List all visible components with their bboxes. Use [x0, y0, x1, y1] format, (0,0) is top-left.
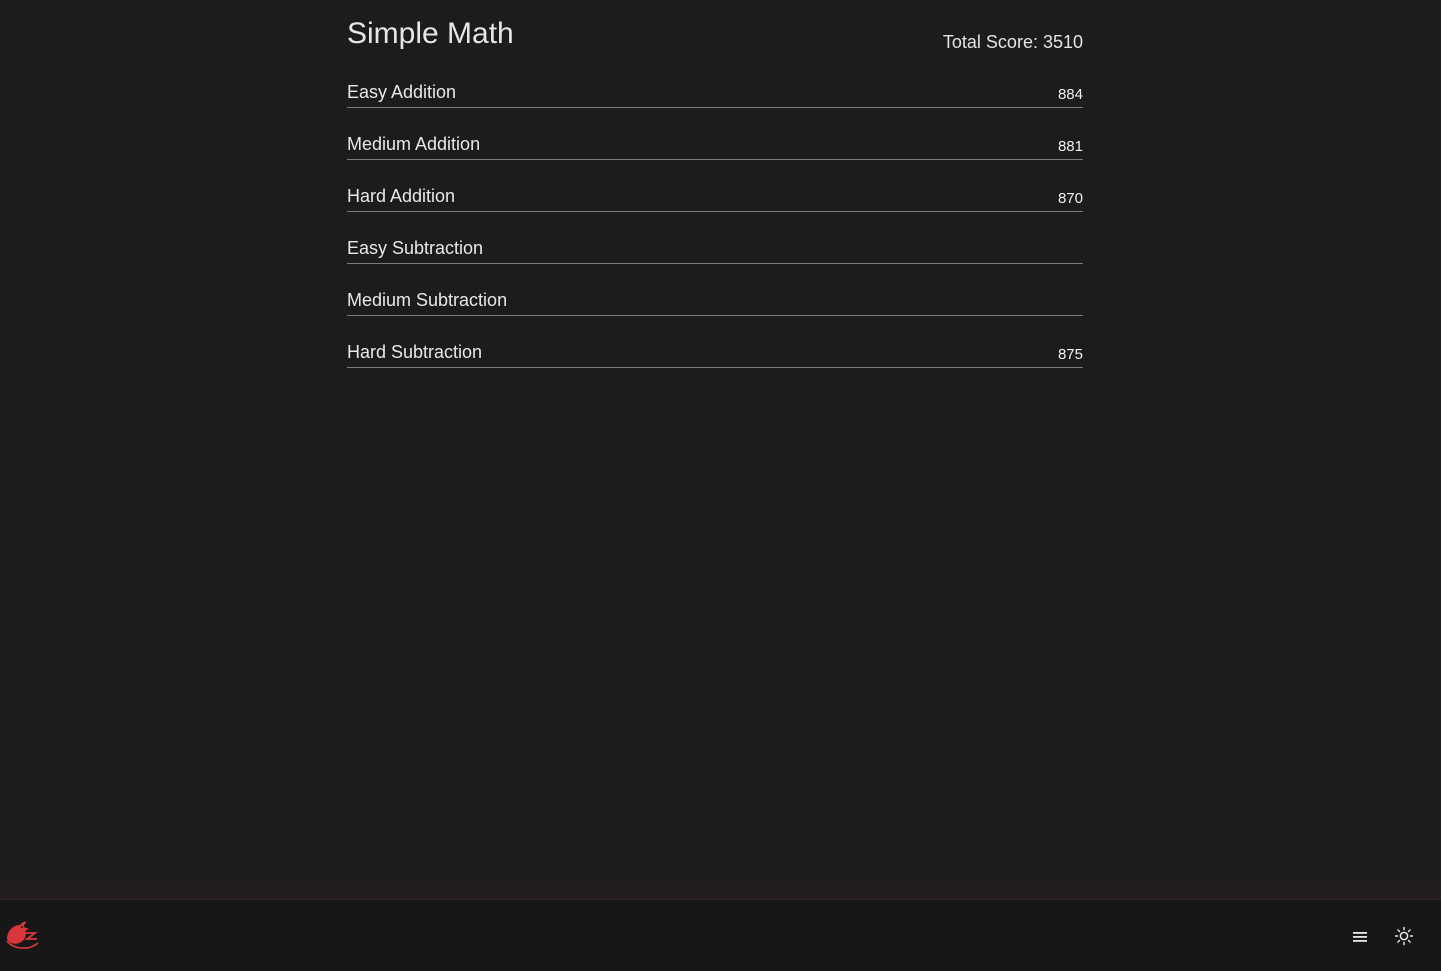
category-list: Easy Addition 884 Medium Addition 881 Ha…: [347, 76, 1083, 388]
category-row-medium-subtraction[interactable]: Medium Subtraction: [347, 284, 1083, 336]
category-row-underline: Hard Addition 870: [347, 180, 1083, 212]
total-score-value: 3510: [1042, 32, 1083, 52]
footer-glow: [0, 870, 1441, 900]
category-score: 884: [1057, 86, 1083, 103]
category-row-underline: Hard Subtraction 875: [347, 336, 1083, 368]
category-row-medium-addition[interactable]: Medium Addition 881: [347, 128, 1083, 180]
category-label: Medium Subtraction: [347, 290, 508, 310]
category-score: 875: [1057, 346, 1083, 363]
sun-icon[interactable]: [1393, 925, 1415, 947]
main-content: Simple Math Total Score: 3510 Easy Additi…: [347, 0, 1083, 388]
category-row-underline: Easy Addition 884: [347, 76, 1083, 108]
category-label: Easy Addition: [347, 82, 457, 102]
category-score: 870: [1057, 190, 1083, 207]
category-label: Hard Addition: [347, 186, 456, 206]
total-score: Total Score: 3510: [943, 31, 1083, 53]
category-label: Hard Subtraction: [347, 342, 483, 362]
category-row-underline: Medium Addition 881: [347, 128, 1083, 160]
footer-bar: [0, 899, 1441, 971]
page-header: Simple Math Total Score: 3510: [347, 0, 1083, 76]
category-row-underline: Medium Subtraction: [347, 284, 1083, 316]
category-row-hard-subtraction[interactable]: Hard Subtraction 875: [347, 336, 1083, 388]
category-row-hard-addition[interactable]: Hard Addition 870: [347, 180, 1083, 232]
category-row-easy-subtraction[interactable]: Easy Subtraction: [347, 232, 1083, 284]
page-title: Simple Math: [347, 17, 514, 50]
bird-logo-icon[interactable]: [5, 919, 39, 953]
category-label: Easy Subtraction: [347, 238, 484, 258]
category-score: 881: [1057, 138, 1083, 155]
category-row-underline: Easy Subtraction: [347, 232, 1083, 264]
category-label: Medium Addition: [347, 134, 481, 154]
total-score-label: Total Score:: [942, 32, 1038, 52]
hamburger-menu-icon[interactable]: [1349, 926, 1371, 948]
category-row-easy-addition[interactable]: Easy Addition 884: [347, 76, 1083, 128]
